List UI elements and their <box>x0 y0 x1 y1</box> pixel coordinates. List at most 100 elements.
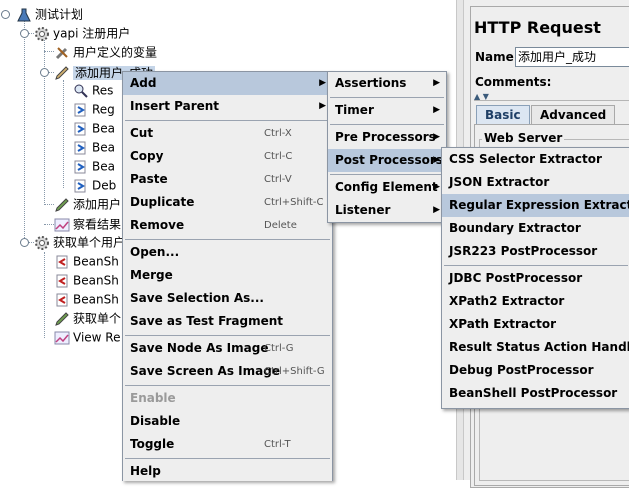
menu-item-regex-extractor[interactable]: Regular Expression Extractor <box>442 194 629 217</box>
tree-node-label: yapi 注册用户 <box>53 26 131 41</box>
menu-item-label: XPath Extractor <box>449 317 556 331</box>
menu-item-label: JDBC PostProcessor <box>449 271 583 285</box>
expand-toggle[interactable] <box>1 10 10 19</box>
menu-item-copy[interactable]: Copy Ctrl-C <box>123 145 332 168</box>
menu-item-assertions[interactable]: Assertions ▶ <box>328 72 446 95</box>
menu-item-insert-parent[interactable]: Insert Parent ▶ <box>123 95 332 118</box>
menu-item-cut[interactable]: Cut Ctrl-X <box>123 122 332 145</box>
menu-item-label: Toggle <box>130 437 175 451</box>
tree-node-child[interactable]: View Re <box>54 328 120 346</box>
menu-item-label: Enable <box>130 391 176 405</box>
menu-item-debug-postprocessor[interactable]: Debug PostProcessor <box>442 359 629 382</box>
menu-item-open[interactable]: Open... <box>123 241 332 264</box>
comments-label: Comments: <box>475 75 552 89</box>
tree-node-thread-group-2[interactable]: 获取单个用户 <box>34 233 125 251</box>
menu-item-label: Duplicate <box>130 195 195 209</box>
menu-item-xpath2-extractor[interactable]: XPath2 Extractor <box>442 290 629 313</box>
tree-node-test-plan[interactable]: 测试计划 <box>16 5 83 23</box>
flask-icon <box>16 7 32 23</box>
menu-item-beanshell-postprocessor[interactable]: BeanShell PostProcessor <box>442 382 629 405</box>
menu-item-save-screen-image[interactable]: Save Screen As Image Ctrl+Shift-G <box>123 360 332 383</box>
menu-item-css-selector-extractor[interactable]: CSS Selector Extractor <box>442 148 629 171</box>
tree-node-thread-group[interactable]: yapi 注册用户 <box>34 24 130 42</box>
menu-item-paste[interactable]: Paste Ctrl-V <box>123 168 332 191</box>
menu-item-boundary-extractor[interactable]: Boundary Extractor <box>442 217 629 240</box>
menu-item-label: Listener <box>335 203 391 217</box>
tree-node-label: Res <box>92 83 114 98</box>
tree-node-child[interactable]: 获取单个 <box>54 309 121 327</box>
menu-item-remove[interactable]: Remove Delete <box>123 214 332 237</box>
tree-node-label: 测试计划 <box>35 7 84 22</box>
tree-node-label: Bea <box>92 121 115 136</box>
menu-separator <box>125 385 330 386</box>
tree-node-label: 添加用户 <box>73 197 122 212</box>
tree-node-view-results[interactable]: 察看结果 <box>54 215 121 233</box>
menu-item-add[interactable]: Add ▶ <box>123 72 332 95</box>
submenu-arrow-icon: ▶ <box>433 105 440 115</box>
tree-node-label: BeanSh <box>73 292 119 307</box>
tab-advanced[interactable]: Advanced <box>531 105 616 124</box>
menu-separator <box>125 335 330 336</box>
menu-item-pre-processors[interactable]: Pre Processors ▶ <box>328 126 446 149</box>
wrench-icon <box>54 45 70 61</box>
menu-item-label: XPath2 Extractor <box>449 294 565 308</box>
menu-item-label: Regular Expression Extractor <box>449 198 629 212</box>
name-input[interactable]: 添加用户_成功 <box>515 47 629 67</box>
extractor-icon <box>73 121 89 137</box>
menu-item-toggle[interactable]: Toggle Ctrl-T <box>123 433 332 456</box>
tree-node-http-request-2[interactable]: 添加用户 <box>54 195 121 213</box>
menu-item-config-element[interactable]: Config Element ▶ <box>328 176 446 199</box>
menu-item-label: JSR223 PostProcessor <box>449 244 598 258</box>
menu-item-jsr223-postprocessor[interactable]: JSR223 PostProcessor <box>442 240 629 263</box>
submenu-arrow-icon: ▶ <box>433 78 440 88</box>
tree-node-child[interactable]: Reg <box>73 100 115 118</box>
pen-icon <box>54 311 70 327</box>
expand-toggle[interactable] <box>40 68 49 77</box>
tree-node-child[interactable]: Deb <box>73 176 116 194</box>
tree-node-child[interactable]: Bea <box>73 157 115 175</box>
tree-node-label: 察看结果 <box>73 217 122 232</box>
tree-node-child[interactable]: Bea <box>73 138 115 156</box>
menu-item-result-status-handler[interactable]: Result Status Action Handler <box>442 336 629 359</box>
menu-item-label: Pre Processors <box>335 130 436 144</box>
menu-item-save-fragment[interactable]: Save as Test Fragment <box>123 310 332 333</box>
menu-separator <box>125 458 330 459</box>
menu-item-enable: Enable <box>123 387 332 410</box>
divider <box>474 100 629 101</box>
menu-item-save-node-image[interactable]: Save Node As Image Ctrl-G <box>123 337 332 360</box>
shortcut-label: Ctrl-G <box>264 343 294 354</box>
menu-item-label: Result Status Action Handler <box>449 340 629 354</box>
menu-item-xpath-extractor[interactable]: XPath Extractor <box>442 313 629 336</box>
menu-item-jdbc-postprocessor[interactable]: JDBC PostProcessor <box>442 267 629 290</box>
menu-item-label: Timer <box>335 103 374 117</box>
menu-item-timer[interactable]: Timer ▶ <box>328 99 446 122</box>
post-processors-submenu: CSS Selector Extractor JSON Extractor Re… <box>441 147 629 409</box>
chart-icon <box>54 330 70 346</box>
shortcut-label: Ctrl-T <box>264 439 291 450</box>
menu-item-listener[interactable]: Listener ▶ <box>328 199 446 222</box>
pen-icon <box>54 197 70 213</box>
tab-basic[interactable]: Basic <box>476 105 530 124</box>
menu-item-json-extractor[interactable]: JSON Extractor <box>442 171 629 194</box>
tree-node-child[interactable]: BeanSh <box>54 252 119 270</box>
menu-separator <box>125 120 330 121</box>
tree-node-child[interactable]: BeanSh <box>54 290 119 308</box>
expand-toggle[interactable] <box>20 238 29 247</box>
menu-separator <box>330 174 444 175</box>
tree-connector <box>24 20 25 240</box>
menu-item-post-processors[interactable]: Post Processors ▶ <box>328 149 446 172</box>
tree-node-label: 获取单个用户 <box>53 235 126 250</box>
pen-icon <box>54 65 70 81</box>
tree-node-child[interactable]: Bea <box>73 119 115 137</box>
preprocessor-icon <box>54 254 70 270</box>
menu-item-merge[interactable]: Merge <box>123 264 332 287</box>
name-label: Name: <box>475 50 519 64</box>
menu-item-label: Merge <box>130 268 173 282</box>
tree-node-child[interactable]: BeanSh <box>54 271 119 289</box>
menu-item-save-selection[interactable]: Save Selection As... <box>123 287 332 310</box>
tree-node-child[interactable]: Res <box>73 81 113 99</box>
expand-toggle[interactable] <box>20 29 29 38</box>
menu-item-disable[interactable]: Disable <box>123 410 332 433</box>
menu-item-duplicate[interactable]: Duplicate Ctrl+Shift-C <box>123 191 332 214</box>
tree-node-user-vars[interactable]: 用户定义的变量 <box>54 43 157 61</box>
